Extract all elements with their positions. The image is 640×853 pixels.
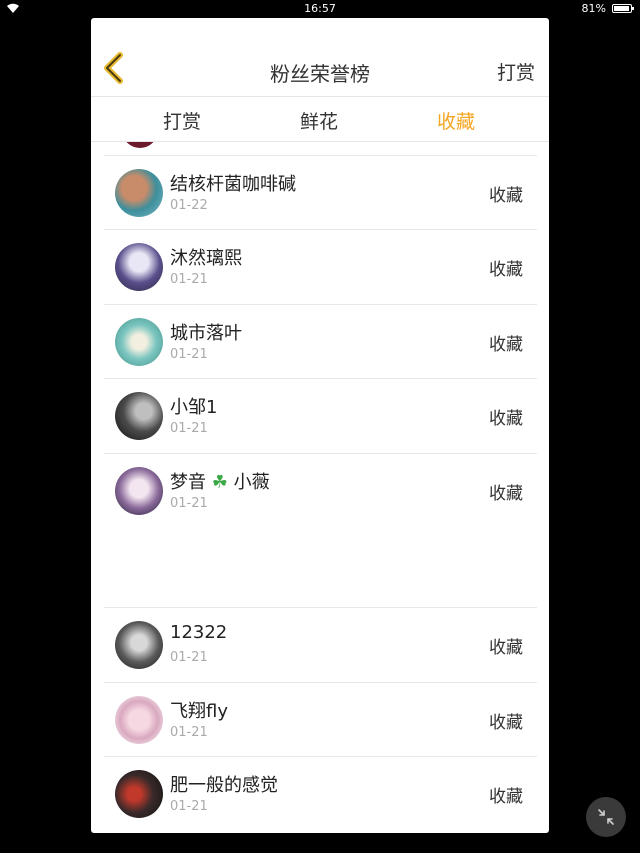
reward-button[interactable]: 打赏 [497,58,535,85]
favorite-label: 收藏 [489,713,523,733]
avatar-partial [122,142,158,148]
avatar [115,621,163,669]
favorite-label: 收藏 [489,335,523,355]
blank-row [91,533,549,607]
fan-honor-panel: 粉丝荣誉榜 打赏 打赏 鲜花 收藏 结核杆菌咖啡碱 01-22 收藏 沐然璃熙 … [91,18,549,833]
list-item[interactable]: 飞翔fly 01-21 收藏 [104,682,537,756]
user-date: 01-21 [170,347,208,362]
favorite-label: 收藏 [489,484,523,504]
list-item[interactable]: 梦音 ☘ 小薇 01-21 收藏 [104,453,537,527]
list-item[interactable]: 城市落叶 01-21 收藏 [104,304,537,378]
avatar [115,243,163,291]
user-date: 01-21 [170,272,208,287]
tab-reward[interactable]: 打赏 [142,107,222,134]
user-name: 沐然璃熙 [170,248,242,269]
avatar [115,467,163,515]
favorite-label: 收藏 [489,260,523,280]
clover-icon: ☘ [211,472,228,493]
user-name: 飞翔fly [170,701,228,722]
favorite-label: 收藏 [489,409,523,429]
user-name: 梦音 ☘ 小薇 [170,472,270,493]
user-date: 01-22 [170,198,208,213]
list-item[interactable]: 12322 01-21 收藏 [104,607,537,681]
user-date: 01-21 [170,799,208,814]
avatar [115,696,163,744]
tab-favorites[interactable]: 收藏 [416,107,496,134]
user-date: 01-21 [170,421,208,436]
user-name: 结核杆菌咖啡碱 [170,174,296,195]
list-item[interactable]: 沐然璃熙 01-21 收藏 [104,229,537,303]
fan-list[interactable]: 结核杆菌咖啡碱 01-22 收藏 沐然璃熙 01-21 收藏 城市落叶 01-2… [91,142,549,833]
tab-bar: 打赏 鲜花 收藏 [91,96,549,142]
collapse-icon [598,809,614,825]
header: 粉丝荣誉榜 打赏 [91,18,549,96]
user-name: 城市落叶 [170,323,242,344]
battery-icon [612,4,634,13]
minimize-button[interactable] [586,797,626,837]
favorite-label: 收藏 [489,186,523,206]
user-name: 12322 [170,622,228,643]
status-time: 16:57 [304,2,336,15]
tab-flowers[interactable]: 鲜花 [279,107,359,134]
avatar [115,392,163,440]
user-name: 肥一般的感觉 [170,775,278,796]
list-item[interactable]: 肥一般的感觉 01-21 收藏 [104,756,537,830]
user-date: 01-21 [170,725,208,740]
page-title: 粉丝荣誉榜 [270,62,370,86]
user-date: 01-21 [170,650,208,665]
user-name: 小邹1 [170,397,218,418]
favorite-label: 收藏 [489,787,523,807]
favorite-label: 收藏 [489,638,523,658]
list-item[interactable]: 结核杆菌咖啡碱 01-22 收藏 [104,155,537,229]
avatar [115,770,163,818]
user-date: 01-21 [170,496,208,511]
status-bar: 16:57 81% [0,0,640,18]
battery-percent: 81% [581,2,606,15]
avatar [115,169,163,217]
list-item[interactable]: 小邹1 01-21 收藏 [104,378,537,452]
avatar [115,318,163,366]
